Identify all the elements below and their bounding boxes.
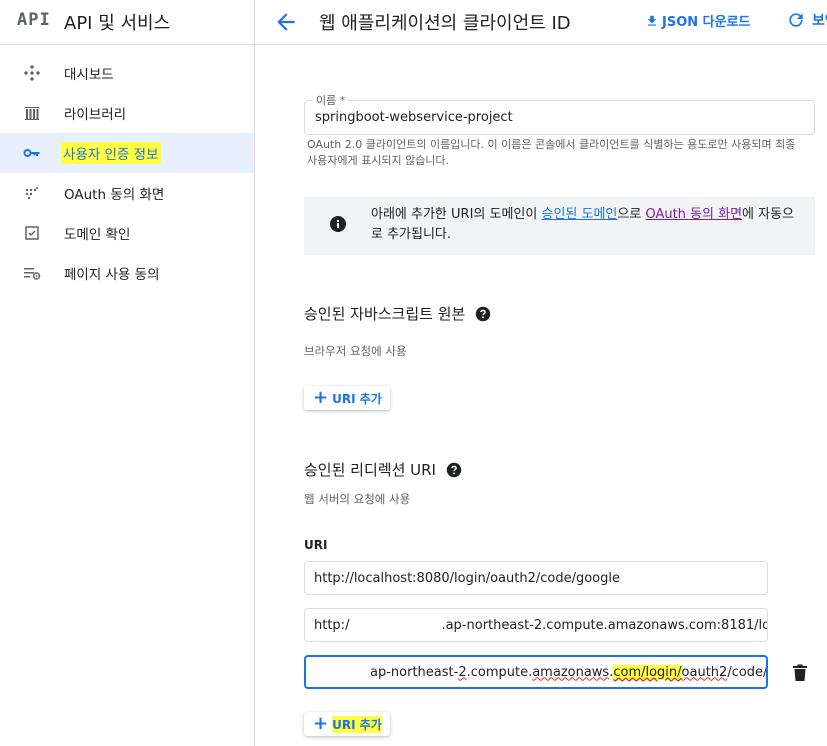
sidebar-item-page-usage[interactable]: 페이지 사용 동의	[0, 253, 254, 293]
info-text-part: 으로	[617, 207, 646, 222]
redirect-uri-input-3[interactable]: ap-northeast-2.compute.amazonaws.com/log…	[304, 655, 768, 689]
client-name-helper: OAuth 2.0 클라이언트의 이름입니다. 이 이름은 콘솔에서 클라이언트…	[307, 138, 796, 167]
download-icon	[647, 15, 657, 26]
library-icon	[22, 103, 42, 123]
redirect-uri-part: com/login/	[613, 664, 682, 680]
reset-secret-button[interactable]: 보안	[786, 10, 827, 30]
redirect-uri-value: http://localhost:8080/login/oauth2/code/…	[314, 570, 620, 586]
redirect-uri-input-1[interactable]: http://localhost:8080/login/oauth2/code/…	[304, 561, 768, 595]
sidebar: API API 및 서비스 대시보드 라이브러리 사용자 인증 정보 OAuth…	[0, 0, 255, 746]
redirect-uris-title: 승인된 리디렉션 URI	[304, 461, 436, 479]
sidebar-item-label: OAuth 동의 화면	[64, 187, 165, 203]
info-banner: 아래에 추가한 URI의 도메인이 승인된 도메인으로 OAuth 동의 화면에…	[304, 197, 815, 255]
dashboard-icon	[22, 63, 42, 83]
page-title: 웹 애플리케이션의 클라이언트 ID	[319, 13, 571, 34]
add-redirect-uri-label: URI 추가	[332, 715, 382, 733]
redirect-uri-part: 2	[458, 664, 467, 680]
sidebar-item-label: 사용자 인증 정보	[61, 142, 161, 164]
redirect-uri-part: .compute.	[466, 664, 533, 680]
uri-column-label: URI	[304, 538, 328, 552]
sidebar-item-label: 페이지 사용 동의	[64, 267, 160, 283]
info-icon	[328, 214, 348, 234]
redirect-uri-part: /code/google	[727, 664, 768, 680]
sidebar-item-credentials[interactable]: 사용자 인증 정보	[0, 133, 254, 173]
json-download-button[interactable]: JSON 다운로드	[645, 11, 751, 30]
redirect-uri-part: .ap-northeast-2.compute.amazonaws.com:81…	[441, 617, 768, 633]
api-logo: API	[17, 10, 51, 30]
reset-secret-label: 보안	[812, 13, 827, 29]
domain-check-icon	[22, 223, 42, 243]
top-bar: 웹 애플리케이션의 클라이언트 ID JSON 다운로드 보안	[255, 0, 827, 45]
page-usage-icon	[22, 263, 42, 283]
redirect-uri-value: ap-northeast-2.compute.amazonaws.com/log…	[306, 664, 768, 680]
sidebar-header: API API 및 서비스	[0, 0, 254, 45]
info-text-part: 아래에 추가한 URI의 도메인이	[371, 207, 542, 222]
help-icon[interactable]	[475, 306, 491, 322]
client-name-label: 이름 *	[313, 92, 349, 108]
client-name-field[interactable]: 이름 * springboot-webservice-project	[304, 92, 815, 135]
sidebar-item-domain-verification[interactable]: 도메인 확인	[0, 213, 254, 253]
redirect-uris-subtitle: 웹 서버의 요청에 사용	[304, 492, 411, 506]
main-content: 이름 * springboot-webservice-project OAuth…	[255, 45, 827, 746]
redirect-uris-title-row: 승인된 리디렉션 URI	[304, 459, 462, 480]
js-origins-title: 승인된 자바스크립트 원본	[304, 305, 466, 323]
js-origins-title-row: 승인된 자바스크립트 원본	[304, 303, 491, 324]
plus-icon: +	[313, 713, 329, 734]
add-js-origin-label: URI 추가	[332, 391, 382, 406]
sidebar-item-dashboard[interactable]: 대시보드	[0, 53, 254, 93]
refresh-icon	[789, 13, 803, 27]
sidebar-item-oauth-consent[interactable]: OAuth 동의 화면	[0, 173, 254, 213]
add-redirect-uri-button[interactable]: + URI 추가	[304, 712, 390, 736]
oauth-consent-link[interactable]: OAuth 동의 화면	[645, 207, 742, 222]
help-icon[interactable]	[446, 462, 462, 478]
redirect-uri-part: amazonaws	[532, 664, 610, 680]
json-download-label: JSON 다운로드	[662, 15, 751, 30]
add-js-origin-button[interactable]: + URI 추가	[304, 386, 390, 410]
trash-icon[interactable]	[792, 664, 808, 682]
sidebar-item-library[interactable]: 라이브러리	[0, 93, 254, 133]
redirect-uri-value: http:/ .ap-northeast-2.compute.amazonaws.…	[305, 617, 768, 633]
sidebar-title: API 및 서비스	[64, 13, 171, 34]
redirect-uri-input-2[interactable]: http:/ .ap-northeast-2.compute.amazonaws.…	[304, 608, 768, 642]
sidebar-item-label: 도메인 확인	[64, 227, 131, 243]
authorized-domain-link[interactable]: 승인된 도메인	[541, 207, 617, 222]
key-icon	[22, 143, 42, 163]
consent-screen-icon	[22, 183, 42, 203]
plus-icon: +	[313, 387, 329, 408]
client-name-value: springboot-webservice-project	[315, 110, 513, 125]
redirect-uri-part: http:/	[314, 617, 350, 633]
sidebar-item-label: 라이브러리	[64, 107, 127, 123]
sidebar-item-label: 대시보드	[64, 67, 114, 83]
back-arrow-icon[interactable]	[273, 9, 299, 35]
info-text: 아래에 추가한 URI의 도메인이 승인된 도메인으로 OAuth 동의 화면에…	[371, 205, 796, 245]
redirect-uri-part: ap-northeast-	[370, 664, 459, 680]
redirect-uri-part: oauth2	[681, 664, 728, 680]
sidebar-nav: 대시보드 라이브러리 사용자 인증 정보 OAuth 동의 화면 도메인 확인	[0, 53, 254, 293]
js-origins-subtitle: 브라우저 요청에 사용	[304, 344, 407, 358]
